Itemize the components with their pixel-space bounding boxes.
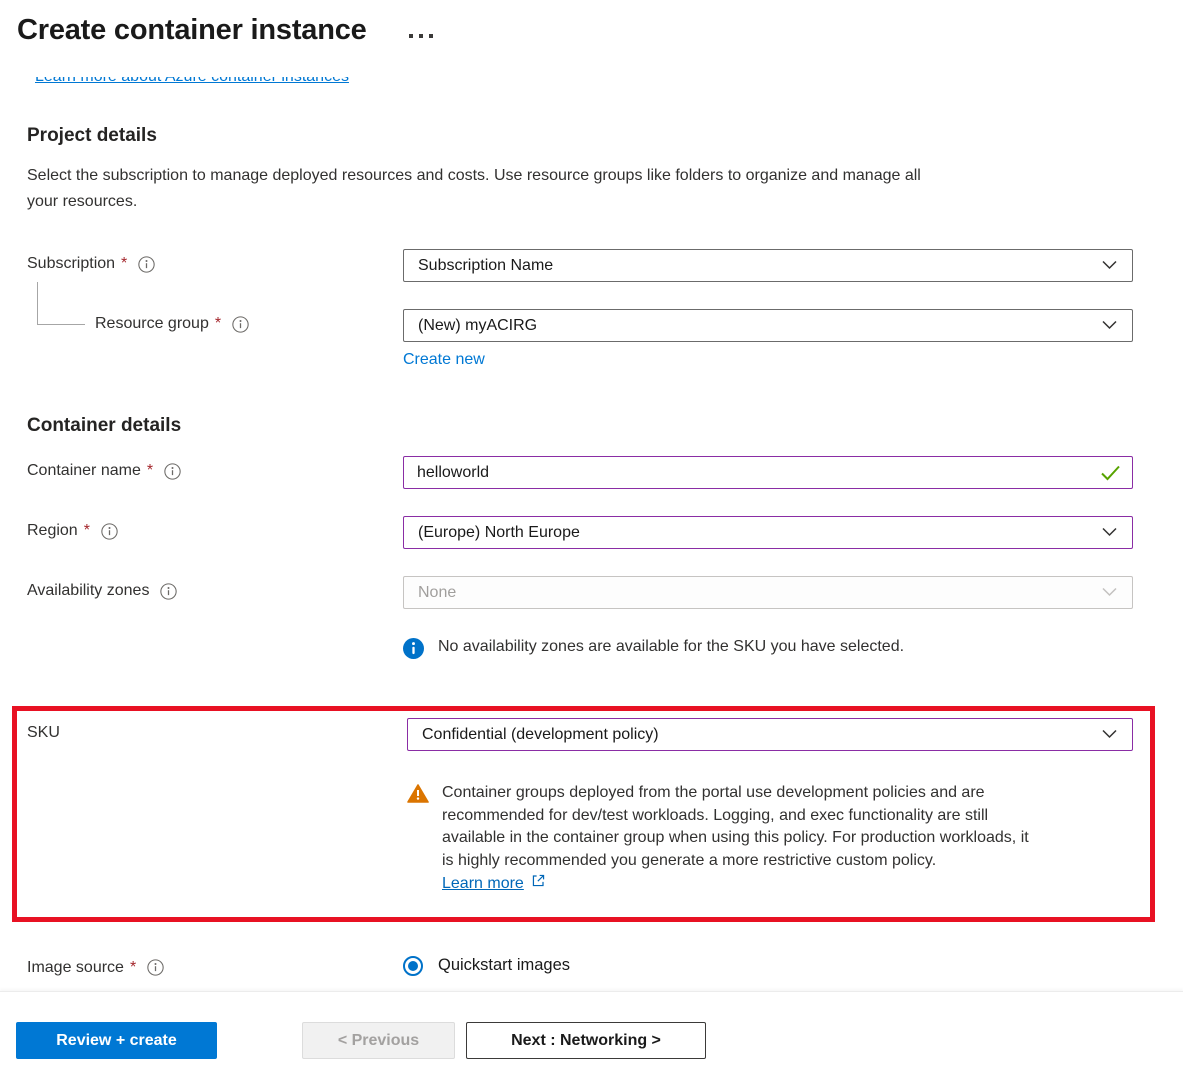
sku-learn-more-link[interactable]: Learn more <box>442 873 546 896</box>
required-asterisk: * <box>84 522 90 540</box>
sku-warning-text: Container groups deployed from the porta… <box>442 782 1029 896</box>
review-create-button[interactable]: Review + create <box>16 1022 217 1059</box>
chevron-down-icon <box>1102 726 1117 744</box>
page-title: Create container instance <box>17 14 367 47</box>
info-icon[interactable] <box>164 463 181 480</box>
container-name-label: Container name * <box>27 456 403 480</box>
radio-quickstart-images[interactable]: Quickstart images <box>403 953 1133 976</box>
radio-selected-icon <box>403 956 423 976</box>
container-name-row: Container name * <box>27 456 1183 489</box>
image-source-row: Image source * Quickstart images Azure C… <box>27 953 1183 992</box>
sku-dropdown[interactable]: Confidential (development policy) <box>407 718 1133 751</box>
page-header: Create container instance <box>0 0 1183 47</box>
resource-group-connector-line <box>37 282 85 325</box>
project-details-heading: Project details <box>27 125 1183 147</box>
warning-triangle-icon <box>407 782 429 808</box>
subscription-row: Subscription * Subscription Name <box>27 249 1183 282</box>
sku-highlight-box: SKU Confidential (development policy) Co… <box>12 706 1155 922</box>
required-asterisk: * <box>147 462 153 480</box>
chevron-down-icon <box>1102 584 1117 602</box>
valid-check-icon <box>1100 465 1121 486</box>
chevron-down-icon <box>1102 257 1117 275</box>
info-icon[interactable] <box>160 583 177 600</box>
availability-zones-row: Availability zones None <box>27 576 1183 609</box>
wizard-footer: Review + create < Previous Next : Networ… <box>0 991 1183 1073</box>
next-networking-button[interactable]: Next : Networking > <box>466 1022 706 1059</box>
learn-more-aci-link[interactable]: Learn more about Azure container instanc… <box>35 77 427 88</box>
subscription-label: Subscription * <box>27 249 403 273</box>
top-link-clipped-region: Learn more about Azure container instanc… <box>35 77 427 89</box>
info-icon[interactable] <box>138 256 155 273</box>
sku-policy-warning: Container groups deployed from the porta… <box>407 782 1150 896</box>
region-row: Region * (Europe) North Europe <box>27 516 1183 549</box>
chevron-down-icon <box>1102 317 1117 335</box>
create-container-instance-page: Create container instance Learn more abo… <box>0 0 1183 991</box>
project-details-form: Subscription * Subscription Name Resourc… <box>27 249 1183 664</box>
sku-row: SKU Confidential (development policy) <box>27 718 1150 751</box>
required-asterisk: * <box>121 255 127 273</box>
region-dropdown[interactable]: (Europe) North Europe <box>403 516 1133 549</box>
project-details-description: Select the subscription to manage deploy… <box>27 163 1183 215</box>
chevron-down-icon <box>1102 524 1117 542</box>
region-label: Region * <box>27 516 403 540</box>
image-source-form: Image source * Quickstart images Azure C… <box>27 953 1183 992</box>
info-filled-icon <box>403 637 424 664</box>
more-options-icon[interactable] <box>409 24 433 38</box>
availability-zones-label: Availability zones <box>27 576 403 600</box>
availability-zones-dropdown: None <box>403 576 1133 609</box>
create-new-resource-group-link[interactable]: Create new <box>403 351 485 369</box>
availability-zones-info-note: No availability zones are available for … <box>403 637 1183 664</box>
container-details-heading: Container details <box>27 415 1183 437</box>
external-link-icon <box>531 873 546 896</box>
container-name-input[interactable] <box>403 456 1133 489</box>
info-icon[interactable] <box>101 523 118 540</box>
subscription-dropdown[interactable]: Subscription Name <box>403 249 1133 282</box>
sku-label: SKU <box>27 718 407 742</box>
info-icon[interactable] <box>147 959 164 976</box>
info-icon[interactable] <box>232 316 249 333</box>
required-asterisk: * <box>215 315 221 333</box>
image-source-label: Image source * <box>27 953 403 977</box>
previous-button: < Previous <box>302 1022 455 1059</box>
resource-group-row: Resource group * (New) myACIRG Create ne… <box>27 309 1183 369</box>
resource-group-dropdown[interactable]: (New) myACIRG <box>403 309 1133 342</box>
required-asterisk: * <box>130 959 136 977</box>
